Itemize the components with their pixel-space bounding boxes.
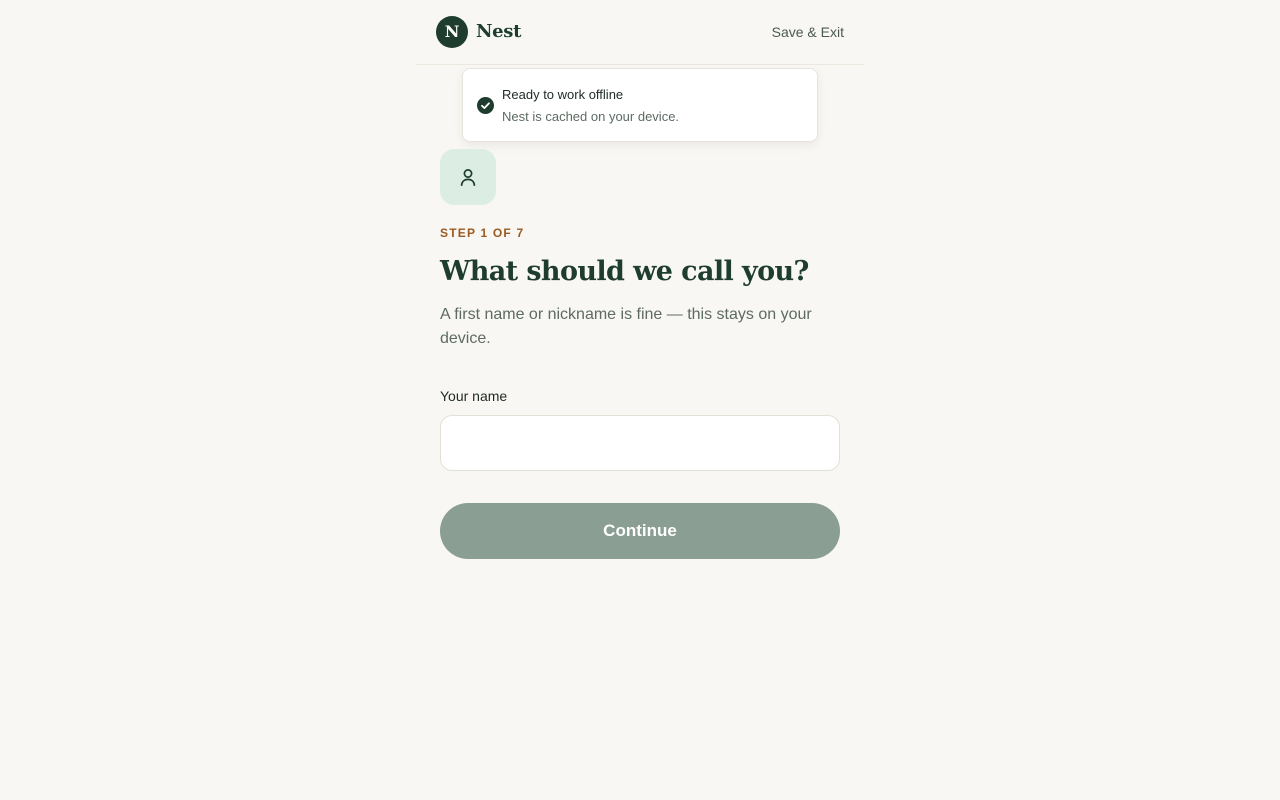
- toast-message: Nest is cached on your device.: [502, 109, 680, 124]
- toast-title: Ready to work offline: [502, 87, 624, 102]
- step-icon-tile: [440, 149, 496, 205]
- user-icon: [460, 169, 476, 187]
- top-bar: N Nest Save & Exit: [416, 0, 864, 65]
- page-subtitle: A first name or nickname is fine — this …: [440, 306, 812, 347]
- logo-mark: N: [436, 16, 468, 48]
- save-exit-button[interactable]: Save & Exit: [772, 22, 844, 42]
- offline-ready-toast: Ready to work offline Nest is cached on …: [462, 68, 818, 142]
- name-field-label: Your name: [440, 388, 508, 404]
- brand-name: Nest: [476, 21, 522, 42]
- check-circle-icon: [477, 97, 494, 114]
- page-title: What should we call you?: [440, 256, 809, 287]
- name-input[interactable]: [440, 415, 840, 471]
- step-counter: STEP 1 OF 7: [440, 226, 525, 240]
- continue-button[interactable]: Continue: [440, 503, 840, 559]
